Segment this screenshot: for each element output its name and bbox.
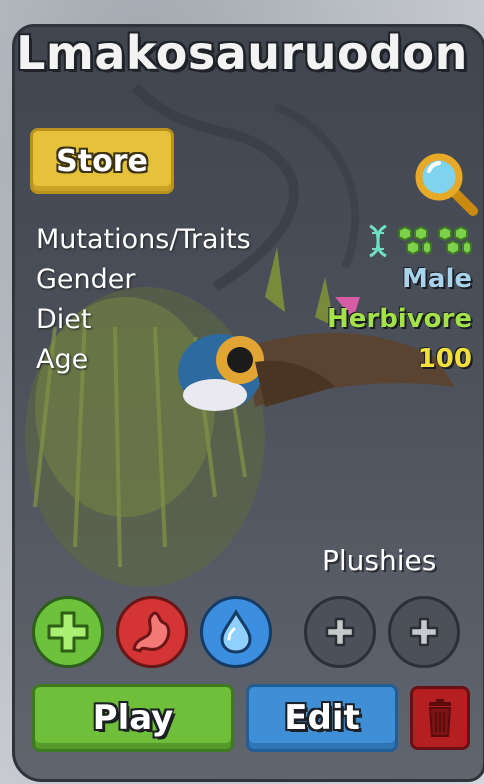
diet-label: Diet bbox=[36, 304, 92, 335]
stat-row-diet: Diet Herbivore bbox=[36, 304, 476, 344]
diet-value: Herbivore bbox=[326, 304, 472, 334]
plushie-slot-1[interactable] bbox=[304, 596, 376, 668]
add-plushie-icon bbox=[325, 617, 355, 647]
plushie-slot-2[interactable] bbox=[388, 596, 460, 668]
store-button-label: Store bbox=[56, 143, 148, 179]
trait-icons[interactable] bbox=[364, 224, 472, 258]
magnifier-icon bbox=[415, 153, 478, 216]
stomach-icon bbox=[132, 611, 171, 653]
search-button[interactable] bbox=[411, 149, 483, 221]
feed-button[interactable] bbox=[116, 596, 188, 668]
stat-row-gender: Gender Male bbox=[36, 264, 476, 304]
delete-button[interactable] bbox=[410, 686, 470, 750]
add-plushie-icon bbox=[409, 617, 439, 647]
play-button-label: Play bbox=[92, 698, 174, 738]
plus-icon bbox=[47, 611, 89, 653]
stat-row-age: Age 100 bbox=[36, 344, 476, 384]
creature-name: Lmakosauruodon bbox=[16, 26, 468, 80]
cluster-trait-icon bbox=[438, 225, 472, 256]
gender-value: Male bbox=[402, 264, 472, 294]
age-value: 100 bbox=[417, 344, 472, 374]
store-button[interactable]: Store bbox=[30, 128, 174, 194]
trash-icon bbox=[428, 699, 452, 737]
water-drop-icon bbox=[220, 609, 252, 654]
stats-panel: Mutations/Traits Gender Male Diet Herbiv… bbox=[36, 224, 476, 384]
edit-button[interactable]: Edit bbox=[246, 684, 398, 752]
water-button[interactable] bbox=[200, 596, 272, 668]
heal-button[interactable] bbox=[32, 596, 104, 668]
plushies-label: Plushies bbox=[322, 544, 437, 577]
dna-icon bbox=[369, 224, 387, 258]
age-label: Age bbox=[36, 344, 89, 375]
gender-label: Gender bbox=[36, 264, 136, 295]
cluster-trait-icon bbox=[398, 225, 432, 256]
play-button[interactable]: Play bbox=[32, 684, 234, 752]
mutations-label: Mutations/Traits bbox=[36, 224, 251, 255]
stat-row-mutations: Mutations/Traits bbox=[36, 224, 476, 264]
edit-button-label: Edit bbox=[284, 698, 360, 738]
